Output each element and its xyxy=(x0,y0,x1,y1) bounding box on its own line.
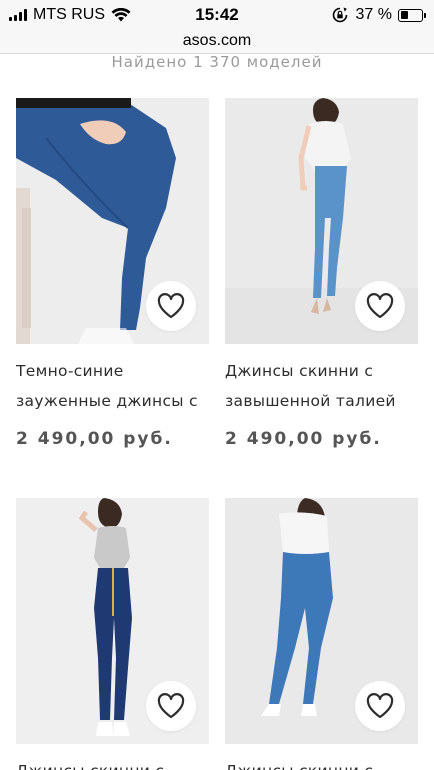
product-price: 2 490,00 руб. xyxy=(225,429,382,449)
heart-outline-icon xyxy=(157,693,185,719)
product-card[interactable]: Джинсы скинни с xyxy=(225,498,418,770)
results-count: Найдено 1 370 моделей xyxy=(111,53,323,71)
favorite-button[interactable] xyxy=(146,681,196,731)
favorite-button[interactable] xyxy=(146,281,196,331)
product-name-line-1[interactable]: Джинсы скинни с xyxy=(225,356,418,386)
product-image[interactable] xyxy=(225,98,418,344)
product-card[interactable]: Темно-синие зауженные джинсы с 2 490,00 … xyxy=(16,98,209,458)
product-price: 2 490,00 руб. xyxy=(16,429,173,449)
product-name-line-1[interactable]: Джинсы скинни с xyxy=(16,756,209,770)
url-text: asos.com xyxy=(182,32,252,49)
product-card[interactable]: Джинсы скинни с завышенной талией 2 490,… xyxy=(225,98,418,458)
product-name-line-2[interactable]: зауженные джинсы с xyxy=(16,386,209,416)
product-card[interactable]: Джинсы скинни с xyxy=(16,498,209,770)
favorite-button[interactable] xyxy=(355,681,405,731)
product-image[interactable] xyxy=(16,498,209,744)
heart-outline-icon xyxy=(366,693,394,719)
favorite-button[interactable] xyxy=(355,281,405,331)
heart-outline-icon xyxy=(366,293,394,319)
status-bar: MTS RUS 15:42 37 % xyxy=(0,0,434,30)
product-name-line-1[interactable]: Темно-синие xyxy=(16,356,209,386)
product-name-line-1[interactable]: Джинсы скинни с xyxy=(225,756,418,770)
product-image[interactable] xyxy=(225,498,418,744)
product-image[interactable] xyxy=(16,98,209,344)
battery-percent: 37 % xyxy=(355,6,392,23)
browser-url-bar[interactable]: asos.com xyxy=(0,30,434,54)
battery-icon xyxy=(398,8,426,22)
rotation-lock-icon xyxy=(332,7,347,23)
heart-outline-icon xyxy=(157,293,185,319)
product-name-line-2[interactable]: завышенной талией xyxy=(225,386,418,416)
status-right: 37 % xyxy=(332,6,426,24)
